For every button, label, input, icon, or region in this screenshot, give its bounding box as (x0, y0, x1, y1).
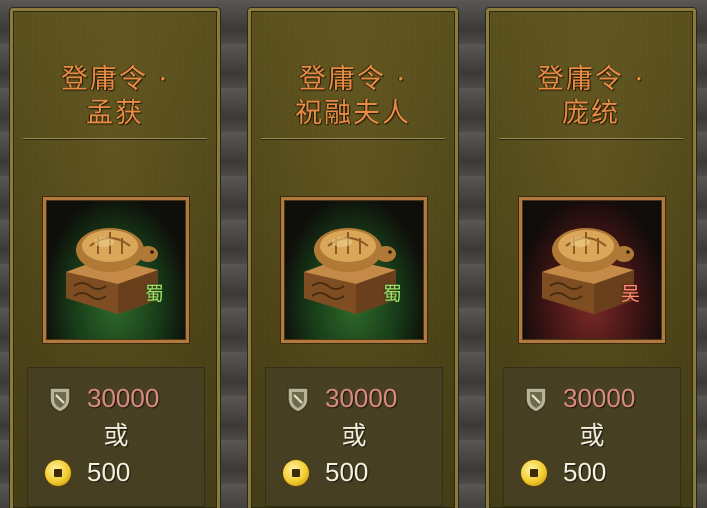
gold-coin-icon (521, 460, 547, 486)
shop-card-meng-huo[interactable]: 登庸令 · 孟获 蜀 30000 或 500 (10, 8, 220, 508)
item-slot[interactable]: 蜀 (281, 197, 427, 343)
gold-cost-row[interactable]: 500 (503, 455, 681, 489)
or-label: 或 (579, 421, 605, 450)
faction-badge: 蜀 (382, 283, 402, 305)
jade-price: 30000 (563, 383, 636, 413)
or-label: 或 (103, 421, 129, 450)
gold-cost-row[interactable]: 500 (27, 455, 205, 489)
gold-coin-icon (283, 460, 309, 486)
jade-cost-row[interactable]: 30000 (265, 381, 443, 415)
or-label: 或 (341, 421, 367, 450)
card-title: 登庸令 · 庞统 (489, 63, 693, 131)
turtle-seal-icon (304, 228, 396, 314)
card-title-line2: 庞统 (562, 98, 620, 129)
gold-price: 500 (87, 457, 131, 487)
cost-panel: 30000 或 500 (503, 367, 681, 507)
item-slot[interactable]: 吴 (519, 197, 665, 343)
card-title-line1: 登庸令 · (298, 64, 408, 95)
card-title-line2: 孟获 (86, 98, 144, 129)
card-title: 登庸令 · 祝融夫人 (251, 63, 455, 131)
cost-panel: 30000 或 500 (265, 367, 443, 507)
title-divider (23, 138, 207, 139)
item-slot[interactable]: 蜀 (43, 197, 189, 343)
card-title-line1: 登庸令 · (60, 64, 170, 95)
jade-cost-row[interactable]: 30000 (27, 381, 205, 415)
faction-badge: 蜀 (144, 283, 164, 305)
turtle-seal-icon (66, 228, 158, 314)
gold-cost-row[interactable]: 500 (265, 455, 443, 489)
jade-price: 30000 (325, 383, 398, 413)
shield-token-icon (525, 387, 547, 413)
shield-token-icon (49, 387, 71, 413)
faction-badge: 吴 (620, 283, 640, 305)
card-title-line2: 祝融夫人 (295, 98, 411, 129)
jade-cost-row[interactable]: 30000 (503, 381, 681, 415)
title-divider (499, 138, 683, 139)
shop-panel: 登庸令 · 孟获 蜀 30000 或 500 登庸令 · 祝融夫人 蜀 3000… (0, 0, 707, 508)
turtle-seal-icon (542, 228, 634, 314)
gold-price: 500 (325, 457, 369, 487)
jade-price: 30000 (87, 383, 160, 413)
card-title-line1: 登庸令 · (536, 64, 646, 95)
cost-panel: 30000 或 500 (27, 367, 205, 507)
card-title: 登庸令 · 孟获 (13, 63, 217, 131)
gold-coin-icon (45, 460, 71, 486)
title-divider (261, 138, 445, 139)
gold-price: 500 (563, 457, 607, 487)
shop-card-pang-tong[interactable]: 登庸令 · 庞统 吴 30000 或 500 (486, 8, 696, 508)
shop-card-zhu-rong[interactable]: 登庸令 · 祝融夫人 蜀 30000 或 500 (248, 8, 458, 508)
shield-token-icon (287, 387, 309, 413)
